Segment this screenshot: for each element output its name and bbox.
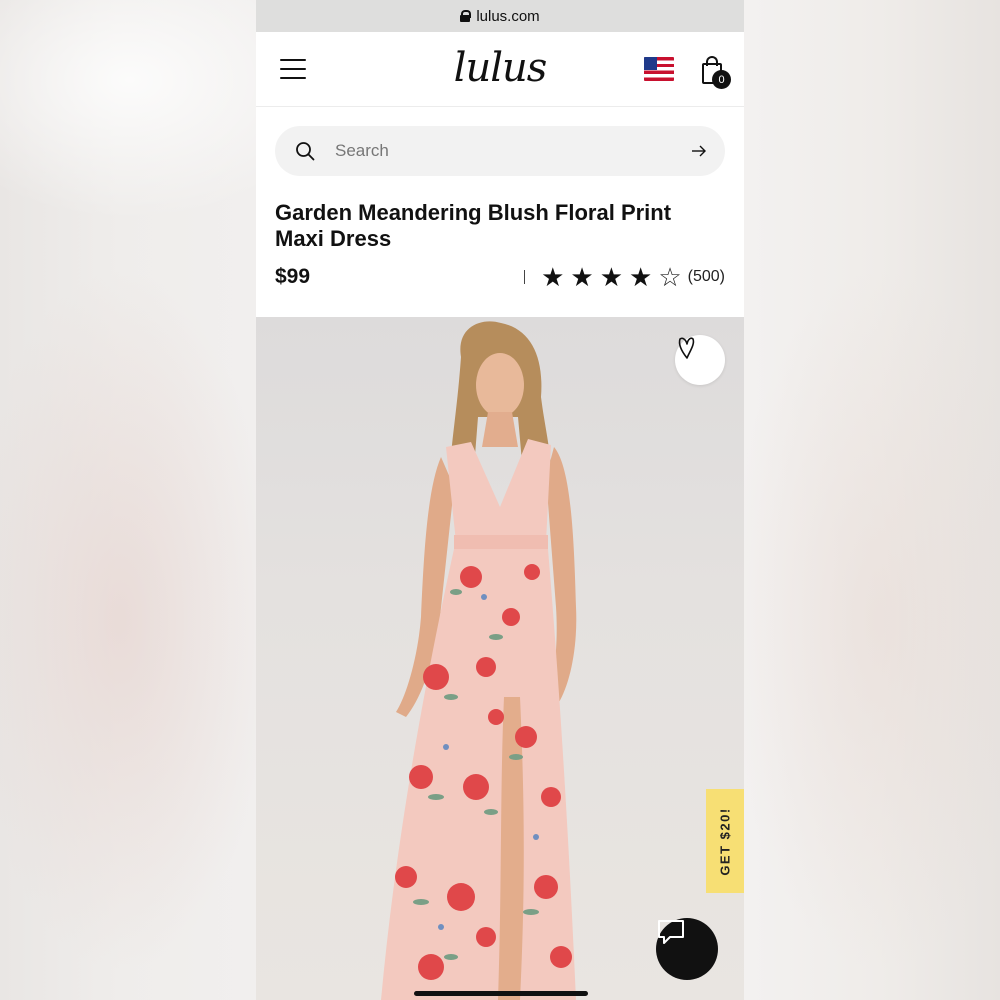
wishlist-button[interactable] <box>675 335 725 385</box>
shopping-bag-icon[interactable]: 0 <box>700 56 731 89</box>
url-text: lulus.com <box>476 7 540 25</box>
url-bar[interactable]: lulus.com <box>256 0 744 32</box>
chat-icon <box>658 920 684 944</box>
lock-icon <box>460 10 472 22</box>
us-flag-icon[interactable] <box>644 57 674 81</box>
search-icon <box>296 142 315 161</box>
product-image[interactable]: GET $20! <box>256 317 744 1000</box>
model-illustration <box>381 321 577 1000</box>
cart-count-badge: 0 <box>712 70 731 89</box>
menu-icon[interactable] <box>280 59 306 79</box>
divider <box>524 270 526 284</box>
heart-icon <box>678 337 695 359</box>
chat-button[interactable] <box>656 918 718 980</box>
promo-label: GET $20! <box>717 806 733 876</box>
site-logo[interactable]: lulus <box>454 44 548 92</box>
site-header: lulus 0 <box>256 32 744 107</box>
star-icon: ★ <box>629 262 653 292</box>
product-title: Garden Meandering Blush Floral Print Max… <box>275 200 672 251</box>
search-input[interactable] <box>333 140 691 162</box>
star-icon: ★ <box>599 262 624 292</box>
rating[interactable]: ★ ★ ★ ★ ☆ (500) <box>524 264 725 290</box>
star-icon: ★ <box>570 262 594 292</box>
search-bar <box>275 126 725 176</box>
star-empty-icon: ☆ <box>658 262 682 292</box>
arrow-right-icon[interactable] <box>691 144 707 158</box>
star-icon: ★ <box>541 262 565 292</box>
price-rating-row: $99 ★ ★ ★ ★ ☆ (500) <box>275 264 725 290</box>
phone-screen: lulus.com lulus 0 Garden Meandering Blus… <box>256 0 744 1000</box>
review-count[interactable]: (500) <box>688 268 725 286</box>
product-price: $99 <box>275 265 311 288</box>
header-actions: 0 <box>644 56 731 89</box>
promo-tab[interactable]: GET $20! <box>706 789 744 893</box>
home-indicator[interactable] <box>414 991 588 996</box>
